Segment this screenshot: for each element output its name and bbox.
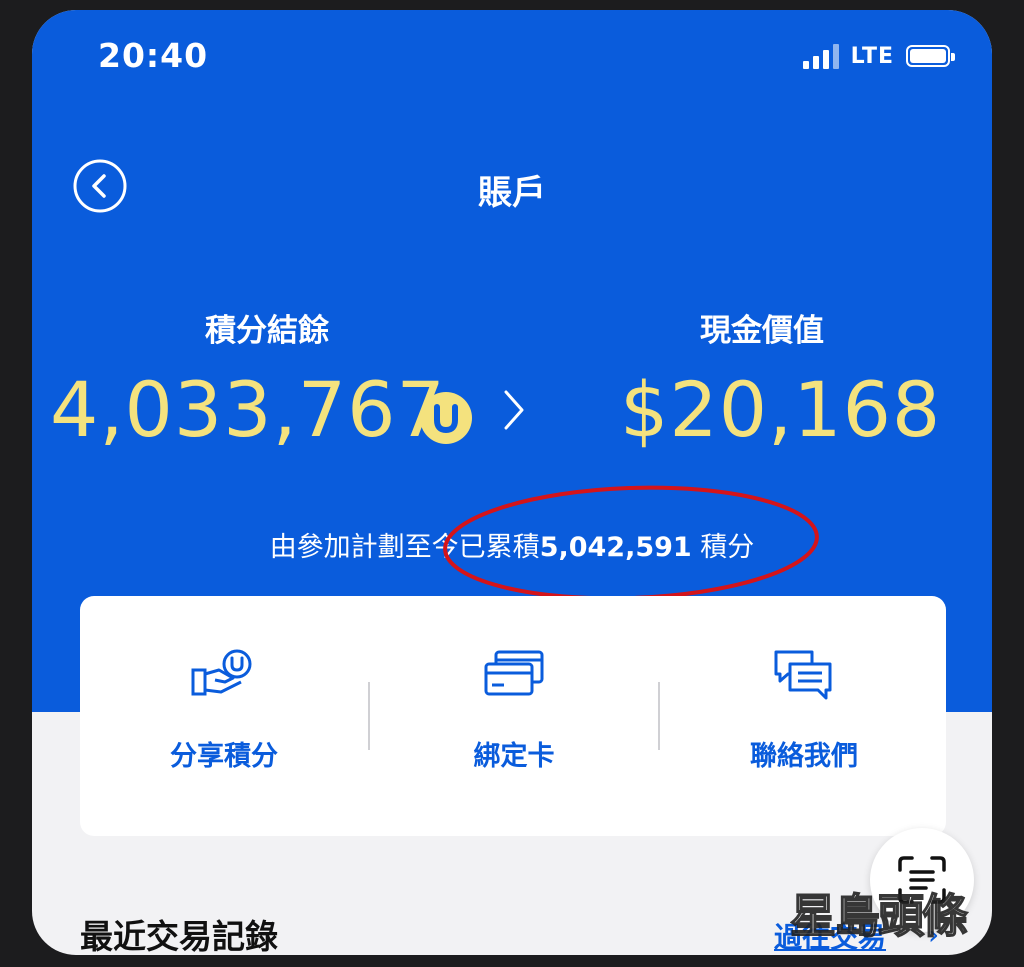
share-points-label: 分享積分 [170, 741, 278, 772]
status-indicators: LTE [802, 43, 955, 69]
contact-us-button[interactable]: 聯絡我們 [660, 596, 948, 836]
u-points-coin-icon [420, 392, 472, 444]
bind-card-label: 綁定卡 [473, 741, 555, 772]
contact-us-label: 聯絡我們 [750, 741, 858, 772]
points-detail-chevron-icon[interactable] [500, 380, 528, 440]
cash-value-label: 現金價值 [700, 313, 824, 349]
phone-screen: 20:40 LTE 賬戶 積分結餘 現金價值 4,033,767 $20,168… [32, 10, 992, 955]
status-time: 20:40 [98, 36, 209, 75]
points-balance-label: 積分結餘 [205, 313, 329, 349]
share-points-icon [191, 649, 252, 696]
battery-icon [906, 45, 955, 67]
network-label: LTE [850, 43, 894, 69]
bind-card-icon [484, 650, 544, 696]
news-watermark: 星島頭條 [789, 888, 969, 944]
cash-value-amount: $20,168 [620, 365, 942, 454]
red-highlight-circle [443, 485, 819, 601]
share-points-button[interactable]: 分享積分 [80, 596, 368, 836]
bind-card-button[interactable]: 綁定卡 [370, 596, 658, 836]
page-title: 賬戶 [478, 173, 546, 213]
recent-transactions-title: 最近交易記錄 [80, 917, 278, 955]
signal-icon [802, 43, 839, 69]
quick-actions-card: 分享積分 綁定卡 聯絡我們 [80, 596, 946, 836]
chat-icon [774, 650, 832, 700]
points-balance-value[interactable]: 4,033,767 [50, 365, 446, 454]
